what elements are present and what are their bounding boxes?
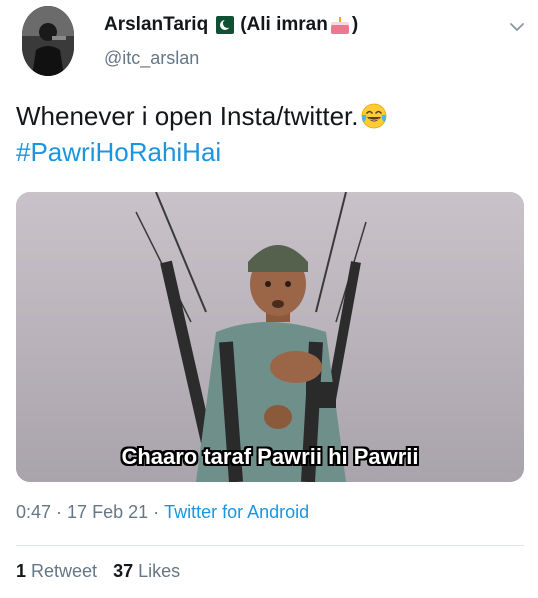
meta-separator: · [153,502,160,522]
retweets-count: 1 [16,561,27,581]
face-with-tears-of-joy-icon [361,103,386,129]
media-caption: Chaaro taraf Pawrii hi Pawrii [121,444,419,469]
author-display-name[interactable]: ArslanTariq [104,14,208,36]
tweet-media-image[interactable]: Chaaro taraf Pawrii hi Pawrii [16,192,524,482]
retweets-stat[interactable]: 1 Retweet [16,561,97,582]
author-name-close: ) [351,14,359,35]
likes-stat[interactable]: 37 Likes [113,561,180,582]
chevron-down-icon[interactable] [508,18,526,36]
pakistan-flag-icon [216,16,235,34]
author-handle[interactable]: @itc_arslan [104,48,199,69]
hashtag-link[interactable]: #PawriHoRahiHai [16,134,387,170]
tweet-time[interactable]: 0:47 [16,502,51,522]
tweet-meta: 0:47 · 17 Feb 21 · Twitter for Android [16,502,309,523]
tweet-text-body: Whenever i open Insta/twitter. [16,101,359,131]
author-name-row[interactable]: ArslanTariq (Ali imran ) [104,14,358,36]
author-name-suffix: (Ali imran [240,14,328,35]
tweet-source-link[interactable]: Twitter for Android [164,502,309,522]
tweet-stats: 1 Retweet 37 Likes [16,561,196,582]
tweet-date[interactable]: 17 Feb 21 [67,502,148,522]
tweet-text: Whenever i open Insta/twitter. #PawriHoR… [16,98,387,170]
birthday-cake-icon [330,16,350,34]
likes-label: Likes [138,561,181,581]
retweets-label: Retweet [31,561,98,581]
likes-count: 37 [113,561,134,581]
meta-separator: · [56,502,63,522]
divider [16,545,524,546]
tweet-header: ArslanTariq (Ali imran ) @itc_arslan [0,0,538,90]
tweet-text-line: Whenever i open Insta/twitter. [16,98,387,134]
avatar[interactable] [22,6,74,76]
